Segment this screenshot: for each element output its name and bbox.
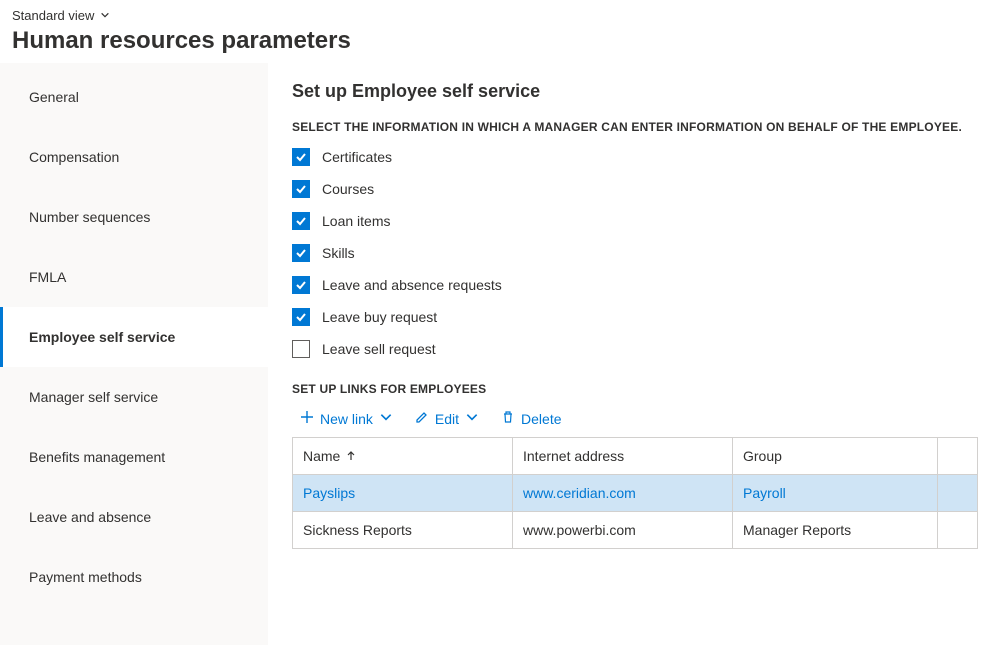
manager-section-header: SELECT THE INFORMATION IN WHICH A MANAGE… xyxy=(292,120,978,134)
edit-button[interactable]: Edit xyxy=(415,410,479,427)
checkbox[interactable] xyxy=(292,276,310,294)
checkbox-label: Skills xyxy=(322,245,355,261)
page-title: Human resources parameters xyxy=(12,27,990,55)
table-row[interactable]: Sickness Reportswww.powerbi.comManager R… xyxy=(293,512,978,549)
sidebar-item-fmla[interactable]: FMLA xyxy=(0,247,268,307)
sidebar-item-leave-and-absence[interactable]: Leave and absence xyxy=(0,487,268,547)
links-toolbar: New link Edit xyxy=(300,410,978,427)
sidebar-item-number-sequences[interactable]: Number sequences xyxy=(0,187,268,247)
option-loan-items: Loan items xyxy=(292,212,978,230)
checkbox-label: Leave sell request xyxy=(322,341,436,357)
view-switcher[interactable]: Standard view xyxy=(12,6,110,25)
sidebar-item-employee-self-service[interactable]: Employee self service xyxy=(0,307,268,367)
option-certificates: Certificates xyxy=(292,148,978,166)
col-header-end xyxy=(938,438,978,475)
checkbox-label: Leave buy request xyxy=(322,309,437,325)
sidebar-item-label: Number sequences xyxy=(29,209,150,225)
checkbox-label: Certificates xyxy=(322,149,392,165)
checkbox[interactable] xyxy=(292,180,310,198)
option-leave-and-absence-requests: Leave and absence requests xyxy=(292,276,978,294)
cell-end xyxy=(938,512,978,549)
pencil-icon xyxy=(415,410,429,427)
sidebar-item-label: Employee self service xyxy=(29,329,175,345)
chevron-down-icon xyxy=(100,8,110,23)
sidebar-item-label: General xyxy=(29,89,79,105)
plus-icon xyxy=(300,410,314,427)
option-leave-sell-request: Leave sell request xyxy=(292,340,978,358)
new-link-label: New link xyxy=(320,411,373,427)
sidebar-item-label: Leave and absence xyxy=(29,509,151,525)
checkbox-label: Leave and absence requests xyxy=(322,277,502,293)
new-link-button[interactable]: New link xyxy=(300,410,393,427)
trash-icon xyxy=(501,410,515,427)
sidebar-item-benefits-management[interactable]: Benefits management xyxy=(0,427,268,487)
delete-button[interactable]: Delete xyxy=(501,410,561,427)
section-title: Set up Employee self service xyxy=(292,81,978,102)
checkbox[interactable] xyxy=(292,148,310,166)
sidebar-item-label: FMLA xyxy=(29,269,66,285)
table-row[interactable]: Payslipswww.ceridian.comPayroll xyxy=(293,475,978,512)
sidebar-item-label: Compensation xyxy=(29,149,119,165)
cell-group: Manager Reports xyxy=(733,512,938,549)
cell-address: www.powerbi.com xyxy=(513,512,733,549)
cell-name: Payslips xyxy=(293,475,513,512)
sidebar-item-general[interactable]: General xyxy=(0,67,268,127)
checkbox[interactable] xyxy=(292,212,310,230)
checkbox[interactable] xyxy=(292,308,310,326)
option-leave-buy-request: Leave buy request xyxy=(292,308,978,326)
checkbox[interactable] xyxy=(292,340,310,358)
cell-group: Payroll xyxy=(733,475,938,512)
cell-name: Sickness Reports xyxy=(293,512,513,549)
sidebar-nav: General Compensation Number sequences FMLA E… xyxy=(0,63,268,645)
checkbox[interactable] xyxy=(292,244,310,262)
sidebar-item-label: Benefits management xyxy=(29,449,165,465)
delete-label: Delete xyxy=(521,411,561,427)
checkbox-label: Courses xyxy=(322,181,374,197)
chevron-down-icon xyxy=(379,410,393,427)
sort-asc-icon xyxy=(346,448,356,464)
sidebar-item-label: Manager self service xyxy=(29,389,158,405)
links-section-header: SET UP LINKS FOR EMPLOYEES xyxy=(292,382,978,396)
sidebar-item-payment-methods[interactable]: Payment methods xyxy=(0,547,268,607)
cell-end xyxy=(938,475,978,512)
option-courses: Courses xyxy=(292,180,978,198)
sidebar-item-label: Payment methods xyxy=(29,569,142,585)
option-skills: Skills xyxy=(292,244,978,262)
col-header-address[interactable]: Internet address xyxy=(513,438,733,475)
chevron-down-icon xyxy=(465,410,479,427)
edit-label: Edit xyxy=(435,411,459,427)
manager-options-list: Certificates Courses Loan items Skills Leave… xyxy=(292,148,978,358)
main-panel: Set up Employee self service SELECT THE … xyxy=(268,63,1002,645)
sidebar-item-manager-self-service[interactable]: Manager self service xyxy=(0,367,268,427)
links-table: Name Internet address Group xyxy=(292,437,978,549)
cell-address: www.ceridian.com xyxy=(513,475,733,512)
col-header-name[interactable]: Name xyxy=(293,438,513,475)
checkbox-label: Loan items xyxy=(322,213,390,229)
view-switcher-label: Standard view xyxy=(12,8,94,23)
col-header-group[interactable]: Group xyxy=(733,438,938,475)
sidebar-item-compensation[interactable]: Compensation xyxy=(0,127,268,187)
